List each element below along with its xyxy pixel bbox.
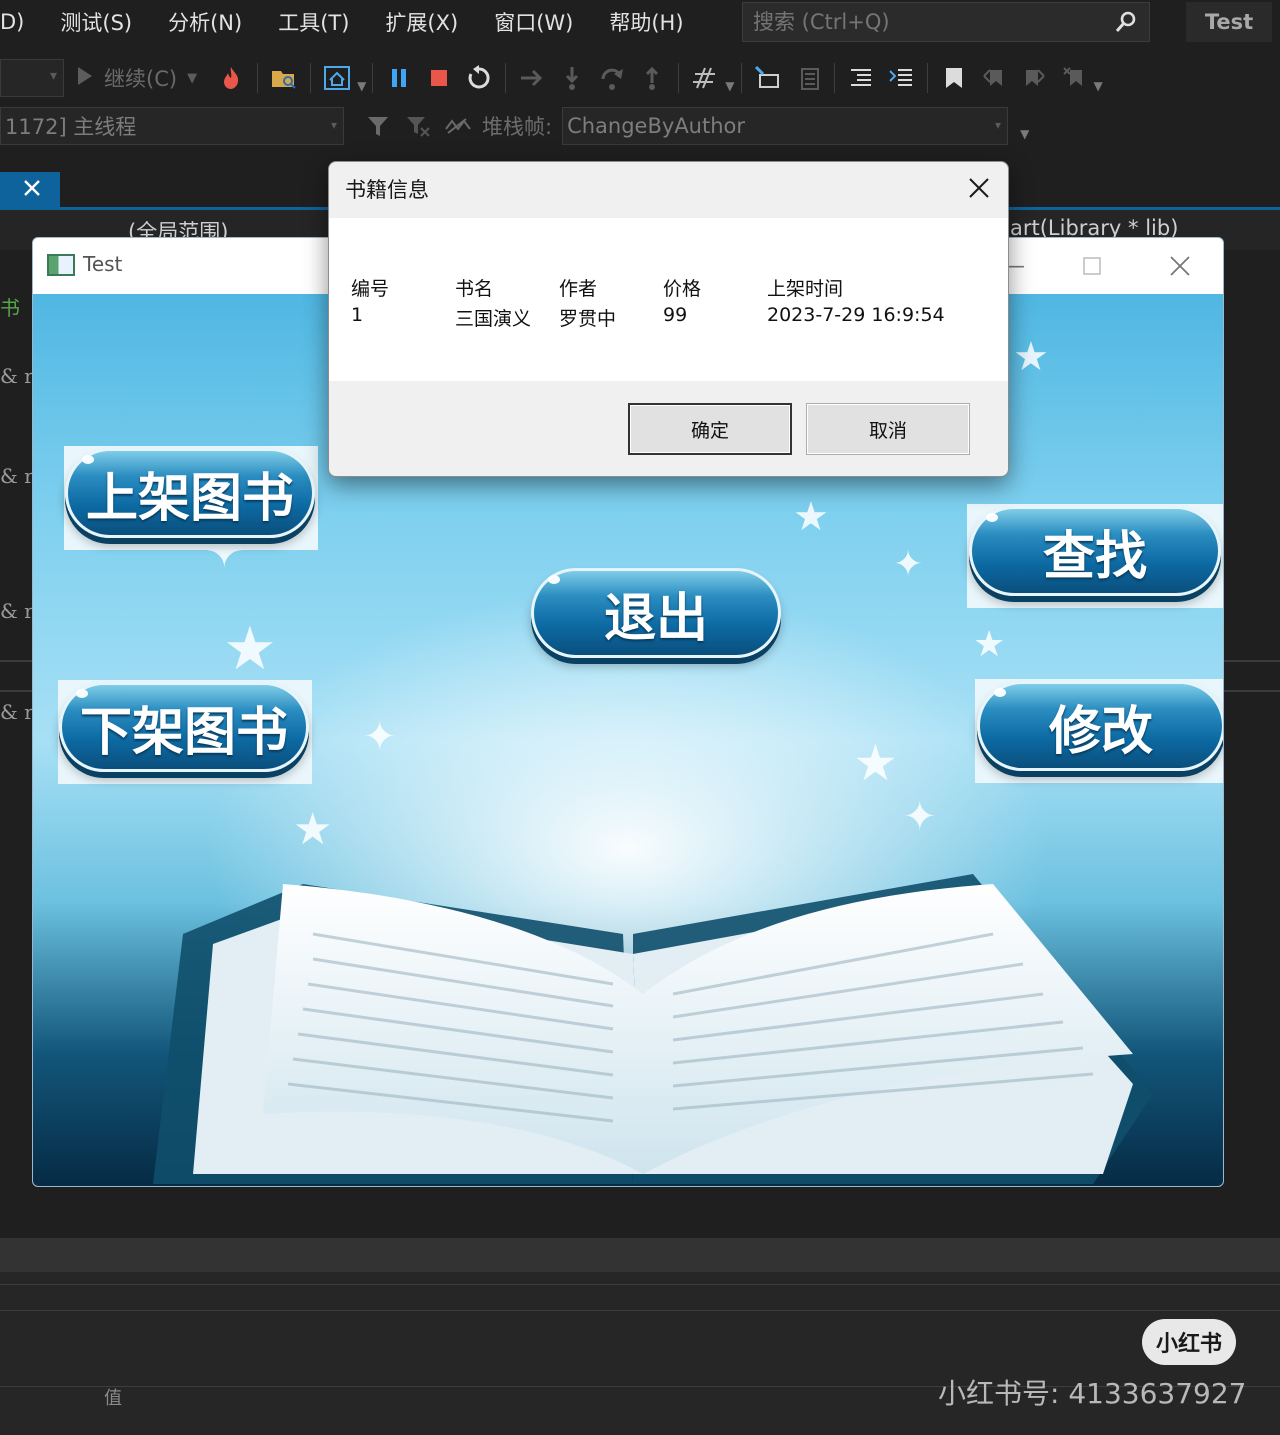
code-fragment: & r bbox=[0, 364, 34, 388]
header-author: 作者 bbox=[559, 278, 598, 300]
watermark-logo: 小红书 bbox=[1142, 1319, 1236, 1365]
menu-item-analyze[interactable]: 分析(N) bbox=[150, 7, 260, 37]
open-folder-icon[interactable] bbox=[269, 63, 299, 93]
maximize-icon[interactable] bbox=[1069, 246, 1115, 286]
cell-price: 99 bbox=[663, 304, 688, 326]
watermark-account: 小红书号: 4133637927 bbox=[938, 1377, 1247, 1410]
separator bbox=[678, 63, 680, 93]
cell-shelf-time: 2023-7-29 16:9:54 bbox=[767, 304, 945, 326]
app-icon bbox=[47, 254, 75, 276]
cancel-button[interactable]: 取消 bbox=[806, 403, 970, 455]
close-icon[interactable] bbox=[1157, 246, 1203, 286]
stack-frame-combo[interactable]: ChangeByAuthor ▾ bbox=[562, 107, 1009, 145]
dialog-title: 书籍信息 bbox=[345, 178, 429, 202]
close-icon[interactable] bbox=[22, 178, 42, 204]
menu-item-window[interactable]: 窗口(W) bbox=[476, 7, 591, 37]
step-into-icon[interactable] bbox=[557, 63, 587, 93]
restart-icon[interactable] bbox=[464, 63, 494, 93]
menu-item-extensions[interactable]: 扩展(X) bbox=[367, 7, 476, 37]
separator bbox=[505, 63, 507, 93]
cell-author: 罗贯中 bbox=[559, 308, 617, 330]
separator bbox=[740, 63, 742, 93]
prev-bookmark-icon[interactable] bbox=[979, 63, 1009, 93]
step-out-icon[interactable] bbox=[637, 63, 667, 93]
indent-icon[interactable] bbox=[846, 63, 876, 93]
stack-icon[interactable] bbox=[793, 63, 823, 93]
filter-icon[interactable] bbox=[363, 111, 393, 141]
separator bbox=[926, 63, 928, 93]
separator bbox=[310, 63, 312, 93]
stack-frame-value: ChangeByAuthor bbox=[567, 114, 746, 138]
location-toolbar: 1172] 主线程 ▾ 堆栈帧: ChangeByAuthor ▾ ▼ bbox=[0, 106, 1280, 146]
thread-combo[interactable]: 1172] 主线程 ▾ bbox=[0, 107, 344, 145]
menu-item-test[interactable]: 测试(S) bbox=[42, 7, 150, 37]
menu-item-help[interactable]: 帮助(H) bbox=[591, 7, 701, 37]
cell-title: 三国演义 bbox=[455, 308, 532, 330]
chevron-down-icon[interactable]: ▼ bbox=[187, 71, 197, 86]
chevron-down-icon[interactable]: ▼ bbox=[1020, 127, 1029, 141]
app-title: Test bbox=[1186, 2, 1272, 42]
show-next-statement-icon[interactable] bbox=[517, 63, 547, 93]
value-column-header: 值 bbox=[104, 1388, 122, 1409]
modify-book-button[interactable]: 修改 bbox=[977, 681, 1223, 771]
debug-toolbar: 继续(C) ▼ ▼ ▼ bbox=[0, 50, 1280, 106]
search-icon[interactable] bbox=[1113, 9, 1139, 35]
separator bbox=[833, 63, 835, 93]
book-info-dialog: 书籍信息 编号 书名 作者 价格 上架时间 1 三国演义 罗贯中 99 2023… bbox=[328, 161, 1009, 477]
config-combo[interactable] bbox=[0, 59, 64, 97]
header-shelf-time: 上架时间 bbox=[767, 278, 844, 300]
separator bbox=[372, 63, 374, 93]
home-icon[interactable] bbox=[322, 63, 352, 93]
close-icon[interactable] bbox=[955, 168, 1003, 208]
code-fragment: & r bbox=[0, 599, 34, 623]
pause-icon[interactable] bbox=[384, 63, 414, 93]
menu-item-tools[interactable]: 工具(T) bbox=[260, 7, 367, 37]
chevron-down-icon[interactable]: ▼ bbox=[1094, 79, 1103, 93]
bookmark-icon[interactable] bbox=[939, 63, 969, 93]
continue-label: 继续(C) bbox=[104, 67, 178, 91]
search-box[interactable] bbox=[742, 2, 1150, 42]
add-book-button[interactable]: 上架图书 bbox=[65, 448, 315, 538]
menu-item-debug[interactable]: D) bbox=[0, 10, 42, 34]
cell-id: 1 bbox=[351, 304, 364, 326]
header-id: 编号 bbox=[351, 278, 390, 300]
play-icon bbox=[76, 65, 94, 92]
ok-button[interactable]: 确定 bbox=[628, 403, 792, 455]
search-input[interactable] bbox=[753, 10, 1113, 34]
hex-display-icon[interactable] bbox=[690, 63, 720, 93]
flag-filter-icon[interactable] bbox=[403, 111, 433, 141]
chevron-down-icon[interactable]: ▼ bbox=[357, 79, 366, 93]
code-fragment: & r bbox=[0, 700, 34, 724]
collapse-stack-icon[interactable] bbox=[443, 111, 473, 141]
dialog-body: 编号 书名 作者 价格 上架时间 1 三国演义 罗贯中 99 2023-7-29… bbox=[329, 218, 1008, 381]
threads-icon[interactable] bbox=[753, 63, 783, 93]
header-title: 书名 bbox=[455, 278, 494, 300]
clear-bookmarks-icon[interactable] bbox=[1059, 63, 1089, 93]
separator bbox=[257, 63, 259, 93]
remove-book-button[interactable]: 下架图书 bbox=[59, 682, 309, 772]
stop-icon[interactable] bbox=[424, 63, 454, 93]
comment-icon[interactable] bbox=[886, 63, 916, 93]
continue-button[interactable]: 继续(C) ▼ bbox=[76, 63, 197, 93]
header-price: 价格 bbox=[663, 278, 702, 300]
stack-frame-label: 堆栈帧: bbox=[482, 115, 553, 139]
chevron-down-icon: ▾ bbox=[330, 118, 337, 132]
code-fragment: & r bbox=[0, 464, 34, 488]
chevron-down-icon[interactable]: ▼ bbox=[725, 79, 734, 93]
next-bookmark-icon[interactable] bbox=[1019, 63, 1049, 93]
divider bbox=[0, 1310, 1280, 1311]
panel-header bbox=[0, 1238, 1280, 1272]
chevron-down-icon: ▾ bbox=[995, 118, 1002, 132]
code-fragment: 书 bbox=[0, 296, 20, 320]
exit-button[interactable]: 退出 bbox=[531, 568, 781, 658]
test-window-title: Test bbox=[83, 252, 123, 276]
thread-combo-value: 1172] 主线程 bbox=[5, 115, 137, 139]
hot-reload-icon[interactable] bbox=[216, 63, 246, 93]
step-over-icon[interactable] bbox=[597, 63, 627, 93]
divider bbox=[0, 1284, 1280, 1285]
find-book-button[interactable]: 查找 bbox=[969, 506, 1221, 596]
